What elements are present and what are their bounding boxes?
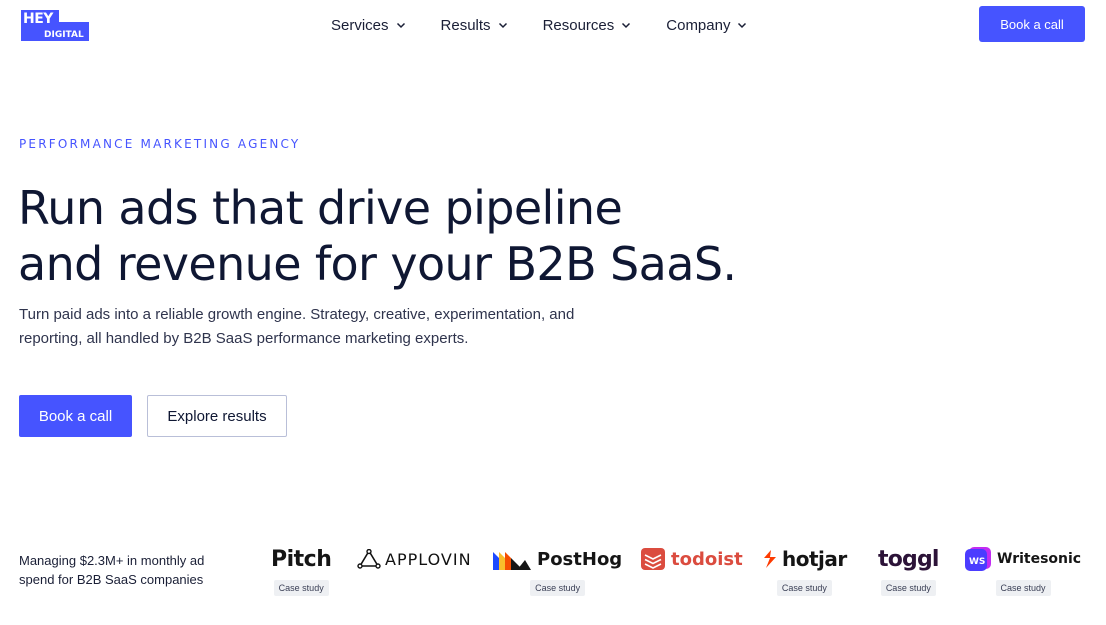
explore-results-button[interactable]: Explore results (147, 395, 287, 437)
site-header: HEY DIGITAL Services Results Resources C… (0, 0, 1106, 50)
hotjar-logo[interactable]: hotjar (782, 547, 847, 571)
nav-resources[interactable]: Resources (543, 15, 632, 35)
todoist-logo[interactable]: todoist (671, 549, 743, 570)
chevron-down-icon (738, 22, 747, 29)
book-call-button[interactable]: Book a call (19, 395, 132, 437)
case-study-badge[interactable]: Case study (530, 580, 586, 596)
main-nav: Services Results Resources Company (331, 15, 782, 35)
headline-line-1: Run ads that drive pipeline (18, 181, 623, 235)
nav-services-label: Services (331, 16, 389, 34)
chevron-down-icon (396, 22, 405, 29)
applovin-icon (357, 549, 381, 569)
writesonic-logo[interactable]: Writesonic (997, 551, 1081, 567)
hero-eyebrow: PERFORMANCE MARKETING AGENCY (19, 137, 301, 151)
brand-posthog: PostHog Case study (493, 546, 622, 596)
nav-company-label: Company (666, 16, 731, 34)
brand-pitch: Pitch Case study (271, 546, 332, 596)
hotjar-flame-icon (764, 550, 776, 568)
svg-text:DIGITAL: DIGITAL (44, 30, 84, 40)
case-study-badge[interactable]: Case study (273, 580, 329, 596)
brand-toggl: toggl Case study (878, 546, 939, 596)
toggl-logo[interactable]: toggl (878, 547, 939, 572)
posthog-hedgehog-icon (493, 552, 531, 570)
chevron-down-icon (498, 22, 507, 29)
headline-line-2: and revenue for your B2B SaaS. (18, 237, 737, 291)
posthog-logo[interactable]: PostHog (537, 549, 622, 570)
hero-subtext: Turn paid ads into a reliable growth eng… (19, 306, 575, 347)
nav-company[interactable]: Company (666, 15, 747, 35)
case-study-badge[interactable]: Case study (995, 580, 1051, 596)
case-study-badge[interactable]: Case study (880, 580, 936, 596)
nav-resources-label: Resources (542, 16, 615, 34)
ad-spend-statement: Managing $2.3M+ in monthly ad spend for … (19, 553, 205, 587)
svg-text:HEY: HEY (23, 11, 54, 27)
brand-writesonic: WS Writesonic Case study (965, 546, 1081, 596)
nav-results-label: Results (440, 16, 491, 34)
svg-text:WS: WS (969, 557, 985, 567)
nav-results[interactable]: Results (441, 15, 508, 35)
brand-applovin: APPLOVIN (357, 546, 472, 595)
nav-services[interactable]: Services (331, 15, 406, 35)
hey-digital-logo[interactable]: HEY DIGITAL (19, 8, 90, 42)
header-book-call-button[interactable]: Book a call (979, 6, 1085, 42)
hero-headline: Run ads that drive pipeline and revenue … (18, 180, 738, 292)
brand-hotjar: hotjar Case study (762, 546, 847, 596)
pitch-logo[interactable]: Pitch (271, 547, 332, 572)
chevron-down-icon (622, 22, 631, 29)
todoist-icon (641, 548, 665, 570)
applovin-logo[interactable]: APPLOVIN (385, 550, 472, 569)
writesonic-icon: WS (965, 547, 991, 571)
brand-todoist: todoist (641, 546, 743, 595)
case-study-badge[interactable]: Case study (776, 580, 832, 596)
